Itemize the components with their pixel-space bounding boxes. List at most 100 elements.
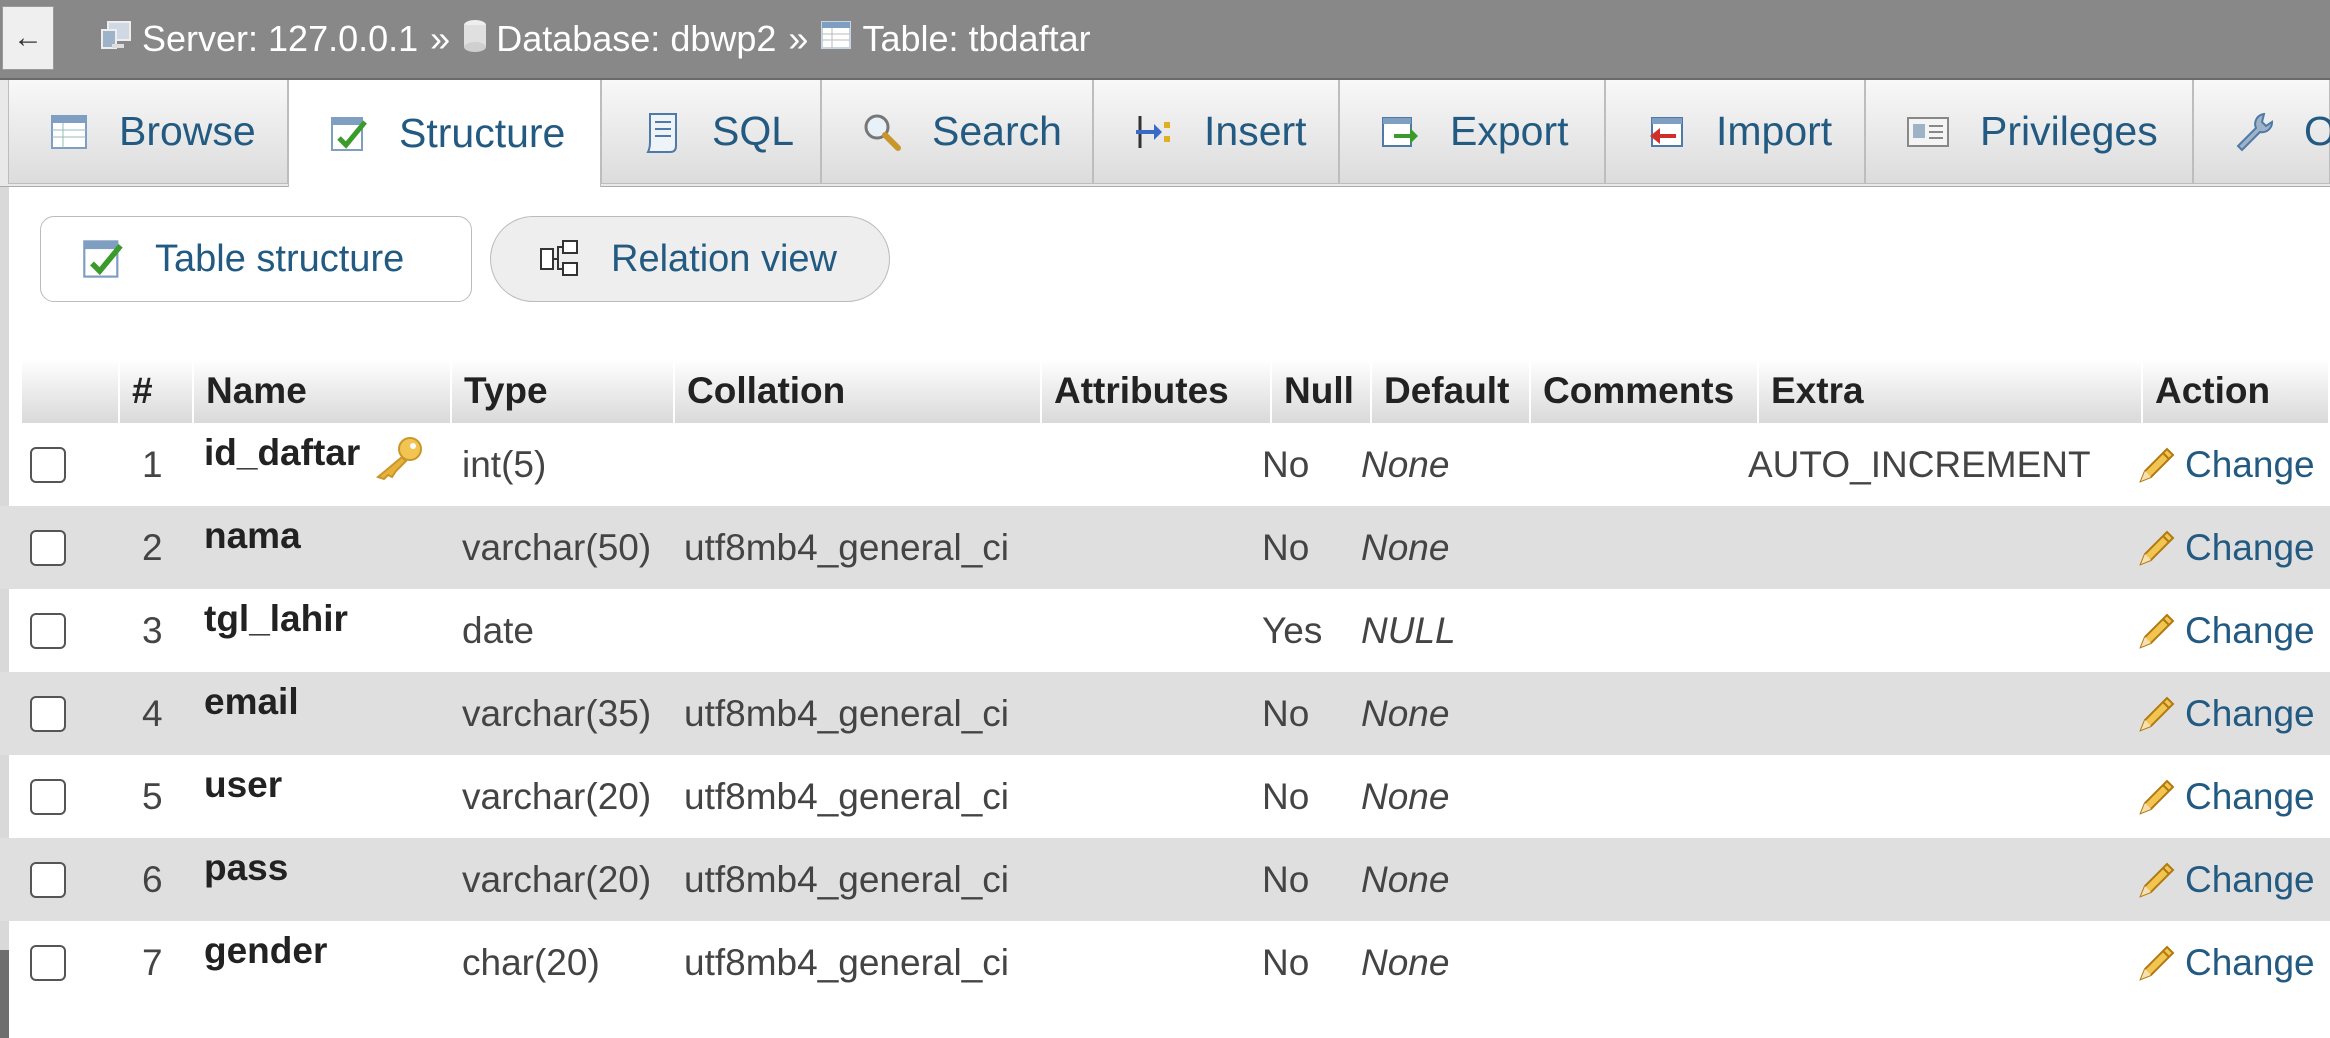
row-checkbox[interactable] bbox=[30, 862, 66, 898]
tab-import-label: Import bbox=[1716, 108, 1833, 154]
pencil-icon[interactable] bbox=[2135, 526, 2179, 570]
tab-export[interactable]: Export bbox=[1339, 80, 1605, 184]
cell-default-text: None bbox=[1361, 526, 1450, 568]
export-icon bbox=[1380, 112, 1420, 152]
column-header-default[interactable]: Default bbox=[1372, 359, 1531, 423]
cell-action-text[interactable]: Change bbox=[2185, 693, 2315, 735]
cell-collation-text: utf8mb4_general_ci bbox=[684, 775, 1009, 817]
browse-icon bbox=[49, 112, 89, 152]
column-header-type[interactable]: Type bbox=[452, 359, 675, 423]
subtab-relation-view[interactable]: Relation view bbox=[490, 216, 890, 302]
cell-null-text: No bbox=[1262, 526, 1310, 568]
tab-search[interactable]: Search bbox=[821, 80, 1093, 184]
cell-action-text[interactable]: Change bbox=[2185, 859, 2315, 901]
cell-action-text[interactable]: Change bbox=[2185, 527, 2315, 569]
back-button[interactable]: ← bbox=[2, 6, 54, 70]
breadcrumb-server[interactable]: Server: 127.0.0.1 bbox=[100, 18, 418, 61]
structure-icon bbox=[329, 114, 369, 154]
privileges-icon bbox=[1906, 114, 1950, 150]
tab-privileges-label: Privileges bbox=[1980, 108, 2158, 154]
row-checkbox[interactable] bbox=[30, 530, 66, 566]
row-checkbox[interactable] bbox=[30, 945, 66, 981]
cell-action[interactable]: Change bbox=[2135, 423, 2315, 506]
cell-extra-text: AUTO_INCREMENT bbox=[1748, 443, 2091, 485]
column-header-null[interactable]: Null bbox=[1272, 359, 1372, 423]
table-row: 3 tgl_lahir date Yes NULL Change bbox=[0, 589, 2330, 672]
cell-name: gender bbox=[204, 909, 327, 992]
cell-default: None bbox=[1361, 755, 1449, 838]
cell-default-text: None bbox=[1361, 692, 1450, 734]
breadcrumb-separator: » bbox=[430, 18, 451, 59]
tab-browse[interactable]: Browse bbox=[8, 80, 288, 184]
breadcrumb-database[interactable]: Database: dbwp2 bbox=[462, 18, 776, 61]
row-checkbox[interactable] bbox=[30, 779, 66, 815]
tab-insert[interactable]: Insert bbox=[1093, 80, 1339, 184]
cell-null: No bbox=[1262, 506, 1309, 589]
cell-type: int(5) bbox=[462, 423, 546, 506]
tab-export-label: Export bbox=[1450, 108, 1569, 154]
cell-default: None bbox=[1361, 921, 1449, 1004]
table-row: 5 user varchar(20) utf8mb4_general_ci No None… bbox=[0, 755, 2330, 838]
cell-action-text[interactable]: Change bbox=[2185, 776, 2315, 818]
cell-name: email bbox=[204, 660, 299, 743]
cell-name: tgl_lahir bbox=[204, 577, 348, 660]
column-header-comments[interactable]: Comments bbox=[1531, 359, 1759, 423]
cell-type-text: char(20) bbox=[462, 941, 600, 983]
column-header-collation[interactable]: Collation bbox=[675, 359, 1042, 423]
cell-action[interactable]: Change bbox=[2135, 672, 2315, 755]
main-tabs: Browse Structure SQL Search Insert Expor… bbox=[0, 80, 2330, 187]
row-checkbox[interactable] bbox=[30, 696, 66, 732]
pencil-icon[interactable] bbox=[2135, 443, 2179, 487]
cell-null-text: No bbox=[1262, 941, 1310, 983]
cell-num: 7 bbox=[142, 921, 163, 1004]
pencil-icon[interactable] bbox=[2135, 941, 2179, 985]
cell-num-text: 3 bbox=[142, 609, 163, 651]
pencil-icon[interactable] bbox=[2135, 775, 2179, 819]
table-row: 6 pass varchar(20) utf8mb4_general_ci No None… bbox=[0, 838, 2330, 921]
cell-null: No bbox=[1262, 921, 1309, 1004]
cell-num: 1 bbox=[142, 423, 163, 506]
cell-type-text: date bbox=[462, 609, 535, 651]
sql-icon bbox=[642, 110, 682, 154]
row-checkbox[interactable] bbox=[30, 613, 66, 649]
cell-action[interactable]: Change bbox=[2135, 921, 2315, 1004]
cell-name-text: pass bbox=[204, 846, 289, 888]
tab-operations[interactable]: O bbox=[2193, 80, 2330, 184]
cell-null-text: Yes bbox=[1262, 609, 1323, 651]
cell-default: NULL bbox=[1361, 589, 1456, 672]
pencil-icon[interactable] bbox=[2135, 858, 2179, 902]
cell-action-text[interactable]: Change bbox=[2185, 610, 2315, 652]
subtab-table-structure[interactable]: Table structure bbox=[40, 216, 472, 302]
cell-num-text: 5 bbox=[142, 775, 163, 817]
search-icon bbox=[862, 112, 902, 152]
cell-type: varchar(35) bbox=[462, 672, 651, 755]
cell-type-text: int(5) bbox=[462, 443, 547, 485]
server-icon bbox=[100, 18, 134, 61]
cell-name: pass bbox=[204, 826, 288, 909]
breadcrumb-table[interactable]: Table: tbdaftar bbox=[820, 18, 1091, 61]
cell-action-text[interactable]: Change bbox=[2185, 444, 2315, 486]
tab-sql[interactable]: SQL bbox=[601, 80, 821, 184]
pencil-icon[interactable] bbox=[2135, 692, 2179, 736]
cell-action-text[interactable]: Change bbox=[2185, 942, 2315, 984]
table-row: 1 id_daftar int(5) No None AUTO_INCREMENT Chan… bbox=[0, 423, 2330, 506]
tab-privileges[interactable]: Privileges bbox=[1865, 80, 2193, 184]
row-checkbox[interactable] bbox=[30, 447, 66, 483]
column-header-extra[interactable]: Extra bbox=[1759, 359, 2143, 423]
cell-num: 3 bbox=[142, 589, 163, 672]
cell-name-text: id_daftar bbox=[204, 431, 361, 473]
cell-default-text: None bbox=[1361, 858, 1450, 900]
tab-structure[interactable]: Structure bbox=[288, 80, 601, 187]
cell-action[interactable]: Change bbox=[2135, 755, 2315, 838]
cell-type-text: varchar(20) bbox=[462, 775, 652, 817]
cell-action[interactable]: Change bbox=[2135, 838, 2315, 921]
tab-import[interactable]: Import bbox=[1605, 80, 1865, 184]
column-header-attributes[interactable]: Attributes bbox=[1042, 359, 1272, 423]
table-icon bbox=[820, 18, 854, 61]
insert-icon bbox=[1134, 112, 1174, 152]
cell-num-text: 2 bbox=[142, 526, 163, 568]
pencil-icon[interactable] bbox=[2135, 609, 2179, 653]
cell-action[interactable]: Change bbox=[2135, 506, 2315, 589]
cell-action[interactable]: Change bbox=[2135, 589, 2315, 672]
column-header-select bbox=[22, 359, 120, 423]
